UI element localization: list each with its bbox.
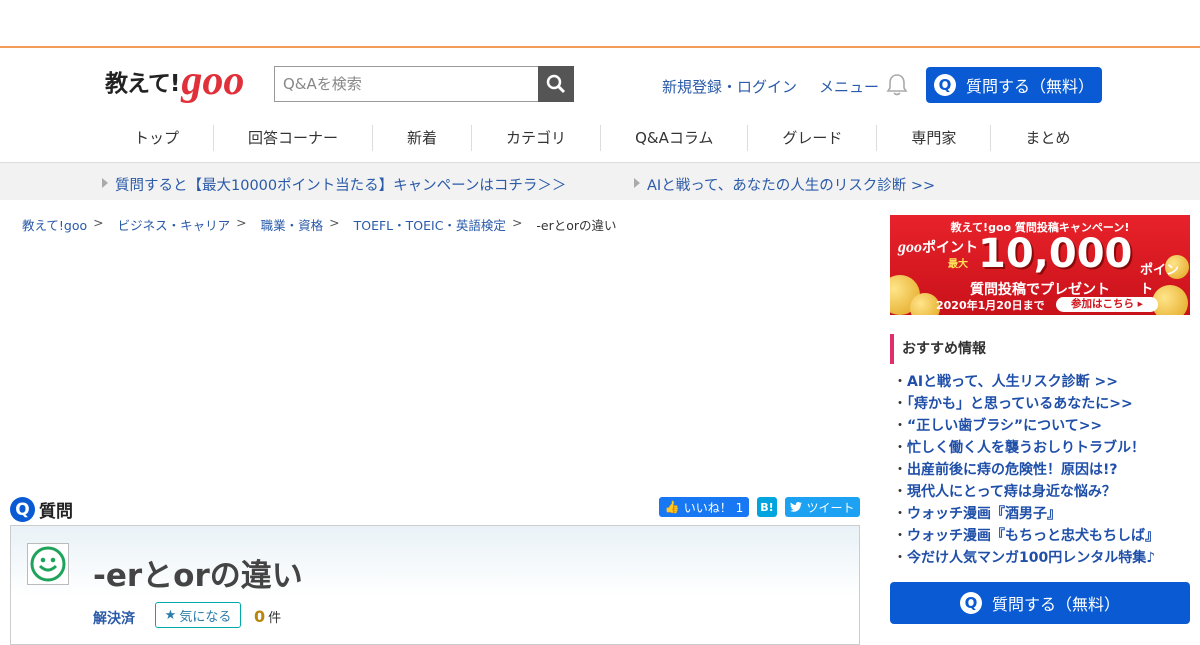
- star-icon: ★: [164, 607, 177, 623]
- nav-item-category[interactable]: カテゴリ: [472, 125, 602, 151]
- promo-link-ai-risk[interactable]: AIと戦って、あなたの人生のリスク診断 >>: [633, 174, 935, 195]
- promo-link-campaign[interactable]: 質問すると【最大10000ポイント当たる】キャンペーンはコチラ＞＞: [101, 174, 566, 195]
- nav-item-experts[interactable]: 専門家: [877, 125, 992, 151]
- breadcrumb-current: -erとorの違い: [536, 218, 617, 233]
- menu-link[interactable]: メニュー: [819, 76, 879, 97]
- banner-amount: 10,000: [978, 231, 1133, 277]
- facebook-like-button[interactable]: 👍 いいね！ 1: [659, 497, 749, 517]
- breadcrumb-item[interactable]: TOEFL・TOEIC・英語検定: [354, 215, 506, 234]
- banner-subline: 質問投稿でプレゼント: [970, 282, 1110, 298]
- recommend-list: AIと戦って、人生リスク診断 >> 「痔かも」と思っているあなたに>> “正しい…: [893, 372, 1159, 570]
- nav-item-new[interactable]: 新着: [373, 125, 473, 151]
- recommend-item[interactable]: 現代人にとって痔は身近な悩み？: [893, 482, 1159, 504]
- header-links: 新規登録・ログイン メニュー: [662, 76, 879, 97]
- register-login-link[interactable]: 新規登録・ログイン: [662, 76, 797, 97]
- banner-max: 最大: [948, 259, 968, 270]
- recommend-title: おすすめ情報: [890, 334, 1190, 364]
- recommend-item[interactable]: AIと戦って、人生リスク診断 >>: [893, 372, 1159, 394]
- top-ad-space: [0, 0, 1200, 48]
- side-ask-question-button[interactable]: Q 質問する（無料）: [890, 582, 1190, 624]
- question-title: -erとorの違い: [93, 558, 303, 594]
- search-input[interactable]: [274, 66, 538, 102]
- logo-brand: goo: [181, 58, 245, 104]
- campaign-banner[interactable]: 教えて!goo 質問投稿キャンペーン! gooポイント 最大 10,000 ポイ…: [890, 215, 1190, 315]
- question-icon: Q: [933, 74, 956, 96]
- recommend-item[interactable]: 忙しく働く人を襲うおしりトラブル！: [893, 438, 1159, 460]
- watch-button[interactable]: ★ 気になる: [155, 602, 241, 628]
- banner-cta[interactable]: 参加はこちら ▸: [1056, 297, 1158, 312]
- tweet-label: ツイート: [806, 500, 855, 515]
- ask-button-label: 質問する（無料）: [965, 77, 1094, 96]
- main-nav: トップ 回答コーナー 新着 カテゴリ Q&Aコラム グレード 専門家 まとめ: [100, 118, 1104, 158]
- side-ask-button-label: 質問する（無料）: [991, 595, 1120, 614]
- search-button[interactable]: [538, 66, 574, 102]
- search-box: [274, 66, 574, 102]
- recommend-item[interactable]: “正しい歯ブラシ”について>>: [893, 416, 1159, 438]
- watch-label: 気になる: [179, 609, 232, 625]
- breadcrumb: 教えて!goo > ビジネス・キャリア > 職業・資格 > TOEFL・TOEIC・英…: [22, 215, 617, 234]
- ask-question-button[interactable]: Q 質問する（無料）: [926, 67, 1102, 103]
- hatena-bookmark-button[interactable]: B!: [757, 497, 777, 517]
- nav-item-grade[interactable]: グレード: [748, 125, 878, 151]
- recommend-item[interactable]: ウォッチ漫画『酒男子』: [893, 504, 1159, 526]
- banner-deadline: 2020年1月20日まで: [936, 299, 1045, 312]
- recommend-item[interactable]: 今だけ人気マンガ100円レンタル特集♪: [893, 548, 1159, 570]
- bell-icon[interactable]: [886, 73, 908, 101]
- question-section-header: Q 質問: [10, 497, 73, 522]
- recommend-item[interactable]: 「痔かも」と思っているあなたに>>: [893, 394, 1159, 416]
- thumbs-up-icon: 👍: [664, 500, 680, 514]
- watch-count: 0件: [254, 607, 281, 626]
- logo-text: 教えて!: [105, 71, 180, 97]
- search-icon: [546, 74, 566, 94]
- watch-count-value: 0: [254, 607, 266, 626]
- breadcrumb-item[interactable]: ビジネス・キャリア: [118, 215, 231, 234]
- question-section-label: 質問: [39, 502, 73, 522]
- site-header: 教えて! goo 新規登録・ログイン メニュー Q 質問する（無料）: [0, 50, 1200, 118]
- breadcrumb-item[interactable]: 職業・資格: [261, 215, 324, 234]
- nav-item-matome[interactable]: まとめ: [991, 125, 1104, 151]
- smiley-avatar-icon: [30, 546, 66, 582]
- recommend-item[interactable]: 出産前後に痔の危険性！原因は!?: [893, 460, 1159, 482]
- question-badge-icon: Q: [10, 497, 35, 522]
- nav-item-answer-corner[interactable]: 回答コーナー: [214, 125, 374, 151]
- nav-item-qa-column[interactable]: Q&Aコラム: [601, 125, 749, 151]
- tweet-button[interactable]: ツイート: [785, 497, 860, 517]
- social-buttons: 👍 いいね！ 1 B! ツイート: [659, 497, 860, 517]
- question-box: -erとorの違い 解決済 ★ 気になる 0件: [10, 525, 860, 645]
- breadcrumb-item[interactable]: 教えて!goo: [22, 215, 87, 234]
- avatar[interactable]: [27, 543, 69, 585]
- recommend-item[interactable]: ウォッチ漫画『もちっと忠犬もちしば』: [893, 526, 1159, 548]
- banner-brand: gooポイント: [898, 239, 978, 256]
- nav-item-top[interactable]: トップ: [100, 125, 215, 151]
- status-badge: 解決済: [93, 611, 135, 627]
- watch-count-unit: 件: [268, 611, 282, 626]
- site-logo[interactable]: 教えて! goo: [105, 58, 245, 104]
- promo-bar: 質問すると【最大10000ポイント当たる】キャンペーンはコチラ＞＞ AIと戦って…: [0, 162, 1200, 200]
- question-icon: Q: [959, 592, 982, 614]
- like-label: いいね！ 1: [683, 500, 744, 515]
- twitter-bird-icon: [790, 502, 803, 512]
